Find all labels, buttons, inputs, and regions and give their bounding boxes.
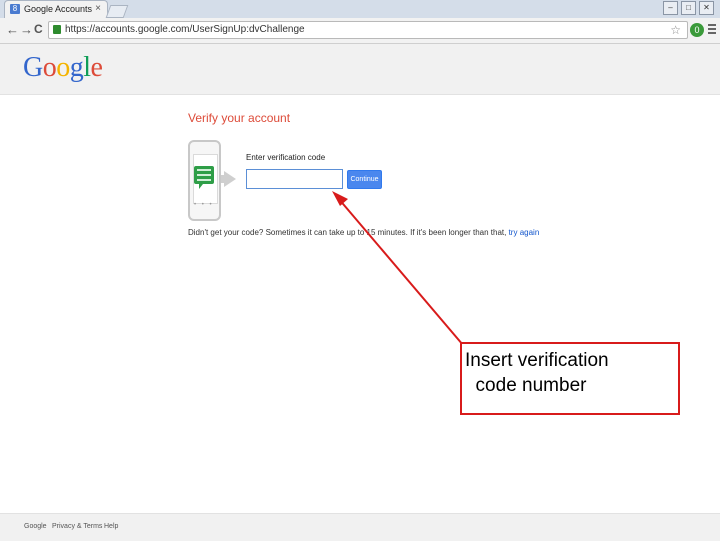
page-footer: Google Privacy & Terms Help (0, 513, 720, 541)
annotation-callout: Insert verification code number (460, 342, 680, 415)
footer-link-help[interactable]: Help (104, 523, 118, 530)
annotation-arrow (332, 191, 464, 346)
annotation-text: Insert verification code number (465, 350, 609, 396)
footer-link-google[interactable]: Google (24, 523, 47, 530)
footer-link-privacy-terms[interactable]: Privacy & Terms (52, 523, 102, 530)
